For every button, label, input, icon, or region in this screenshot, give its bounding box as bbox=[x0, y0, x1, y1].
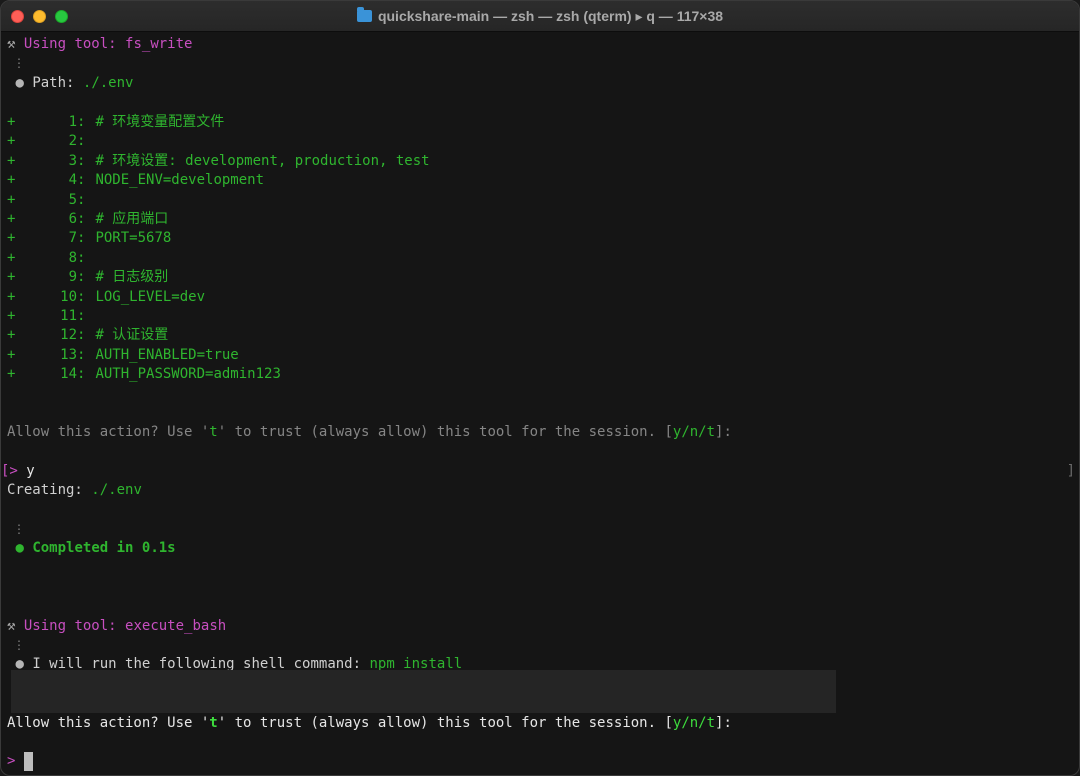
prompt-choices: y/n/t bbox=[672, 715, 716, 731]
plus-icon: + bbox=[7, 366, 16, 383]
tool-prefix: Using tool: bbox=[23, 618, 126, 634]
line-number: 5: bbox=[68, 191, 86, 208]
plus-icon: + bbox=[7, 269, 16, 286]
line-content: NODE_ENV=development bbox=[95, 172, 265, 189]
line-content: AUTH_ENABLED=true bbox=[95, 346, 239, 363]
line-content: # 认证设置 bbox=[95, 327, 169, 344]
title-bar[interactable]: quickshare-main — zsh — zsh (qterm) ▸ q … bbox=[1, 1, 1079, 32]
line-content: PORT=5678 bbox=[95, 230, 172, 247]
terminal-output[interactable]: ⚒ Using tool: fs_write ⋮ ● Path: ./.env … bbox=[1, 32, 1079, 775]
plus-icon: + bbox=[7, 327, 16, 344]
line-content: LOG_LEVEL=dev bbox=[95, 288, 206, 305]
line-number: 14: bbox=[60, 366, 86, 383]
creating-value: ./.env bbox=[91, 482, 142, 498]
tool-prefix: Using tool: bbox=[23, 36, 126, 52]
line-content: # 环境设置: development, production, test bbox=[95, 152, 430, 169]
path-value: ./.env bbox=[82, 75, 134, 91]
line-number: 11: bbox=[60, 308, 86, 324]
diff-line: +4: NODE_ENV=development bbox=[7, 171, 264, 190]
diff-line: +10: LOG_LEVEL=dev bbox=[7, 288, 205, 307]
plus-icon: + bbox=[7, 133, 16, 150]
line-number: 9: bbox=[68, 269, 86, 286]
tool-name: execute_bash bbox=[125, 618, 227, 634]
plus-icon: + bbox=[7, 211, 16, 227]
prompt-text: ]: bbox=[715, 424, 732, 440]
line-number: 13: bbox=[60, 346, 86, 363]
completed-text: Completed in 0.1s bbox=[32, 540, 176, 556]
input-value: y bbox=[26, 463, 35, 479]
tool-header-2: ⚒ Using tool: execute_bash bbox=[7, 617, 226, 636]
diff-line: +7: PORT=5678 bbox=[7, 229, 171, 248]
line-number: 8: bbox=[68, 249, 86, 266]
line-content: # 日志级别 bbox=[95, 269, 169, 286]
diff-line: +14: AUTH_PASSWORD=admin123 bbox=[7, 365, 281, 384]
creating-line: Creating: ./.env bbox=[7, 481, 142, 500]
path-label: Path: bbox=[32, 75, 83, 91]
separator: ⋮ bbox=[13, 522, 25, 536]
prompt-symbol: > bbox=[7, 753, 24, 769]
line-number: 1: bbox=[68, 114, 86, 130]
bullet-icon: ● bbox=[15, 75, 24, 91]
diff-line: +9: # 日志级别 bbox=[7, 268, 168, 287]
folder-icon bbox=[356, 7, 372, 22]
success-dot-icon: ● bbox=[15, 540, 24, 556]
plus-icon: + bbox=[7, 249, 16, 266]
separator: ⋮ bbox=[13, 638, 25, 652]
plus-icon: + bbox=[7, 308, 16, 324]
tool-header-1: ⚒ Using tool: fs_write bbox=[7, 35, 192, 54]
trust-key: t bbox=[209, 715, 218, 731]
window-title: quickshare-main — zsh — zsh (qterm) ▸ q … bbox=[1, 1, 1079, 32]
plus-icon: + bbox=[7, 346, 16, 363]
diff-line: +1: # 环境变量配置文件 bbox=[7, 113, 224, 132]
diff-line: +8: bbox=[7, 249, 95, 268]
input-line-1[interactable]: [> y bbox=[1, 462, 35, 481]
plus-icon: + bbox=[7, 114, 16, 130]
text-cursor[interactable] bbox=[23, 752, 33, 771]
line-number: 7: bbox=[68, 230, 86, 247]
line-content: AUTH_PASSWORD=admin123 bbox=[95, 366, 281, 383]
diff-line: +12: # 认证设置 bbox=[7, 326, 168, 345]
completed-line: ● Completed in 0.1s bbox=[7, 539, 176, 558]
permission-prompt-1: Allow this action? Use 't' to trust (alw… bbox=[7, 423, 732, 442]
line-number: 12: bbox=[60, 327, 86, 344]
permission-prompt-2: Allow this action? Use 't' to trust (alw… bbox=[7, 714, 732, 733]
line-number: 3: bbox=[68, 152, 86, 169]
line-number: 6: bbox=[68, 211, 86, 227]
prompt-text: ' to trust (always allow) this tool for … bbox=[217, 424, 673, 440]
window-title-text: quickshare-main — zsh — zsh (qterm) ▸ q … bbox=[377, 8, 724, 24]
line-content: # 应用端口 bbox=[95, 211, 169, 227]
prompt-text: Allow this action? Use ' bbox=[7, 424, 210, 440]
trust-key: t bbox=[209, 424, 218, 440]
diff-line: +11: bbox=[7, 307, 95, 326]
prompt-text: ]: bbox=[715, 715, 732, 731]
path-line: ● Path: ./.env bbox=[7, 74, 133, 93]
plus-icon: + bbox=[7, 191, 16, 208]
plus-icon: + bbox=[7, 172, 16, 189]
tool-name: fs_write bbox=[125, 36, 193, 52]
diff-line: +6: # 应用端口 bbox=[7, 210, 168, 229]
separator: ⋮ bbox=[13, 56, 25, 70]
line-number: 10: bbox=[60, 288, 86, 305]
prompt-choices: y/n/t bbox=[672, 424, 716, 440]
terminal-window: quickshare-main — zsh — zsh (qterm) ▸ q … bbox=[0, 0, 1080, 776]
line-number: 2: bbox=[68, 133, 86, 150]
line-number: 4: bbox=[68, 172, 86, 189]
prompt-text: Allow this action? Use ' bbox=[7, 715, 210, 731]
hammer-icon: ⚒ bbox=[7, 36, 16, 52]
diff-line: +5: bbox=[7, 191, 95, 210]
prompt-highlight bbox=[11, 670, 836, 713]
plus-icon: + bbox=[7, 152, 16, 169]
prompt-symbol: [> bbox=[1, 463, 27, 479]
plus-icon: + bbox=[7, 230, 16, 247]
diff-line: +3: # 环境设置: development, production, test bbox=[7, 152, 430, 171]
hammer-icon: ⚒ bbox=[7, 618, 16, 634]
diff-line: +13: AUTH_ENABLED=true bbox=[7, 346, 239, 365]
creating-label: Creating: bbox=[7, 482, 92, 498]
plus-icon: + bbox=[7, 288, 16, 305]
line-content: # 环境变量配置文件 bbox=[95, 114, 225, 130]
input-line-2[interactable]: > bbox=[7, 752, 33, 771]
diff-line: +2: bbox=[7, 132, 95, 151]
right-bracket: ] bbox=[1066, 463, 1075, 479]
prompt-text: ' to trust (always allow) this tool for … bbox=[217, 715, 673, 731]
